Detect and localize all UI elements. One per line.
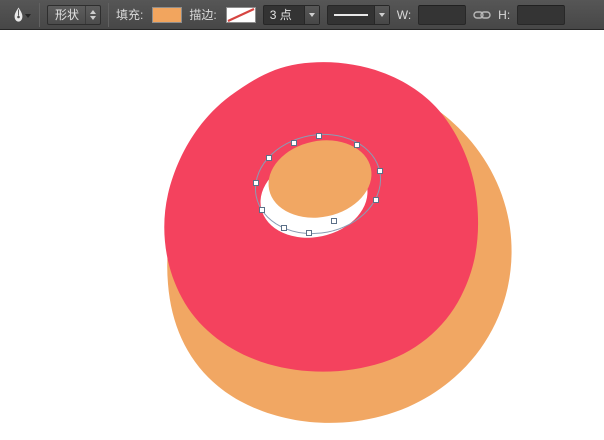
anchor-point[interactable] xyxy=(374,198,379,203)
anchor-point[interactable] xyxy=(317,134,322,139)
anchor-point[interactable] xyxy=(378,169,383,174)
document-canvas[interactable] xyxy=(0,30,604,440)
height-input[interactable] xyxy=(517,5,565,25)
anchor-point[interactable] xyxy=(355,143,360,148)
stroke-label: 描边: xyxy=(189,6,216,23)
anchor-point[interactable] xyxy=(282,226,287,231)
stroke-style-dropdown[interactable] xyxy=(327,5,390,25)
anchor-point[interactable] xyxy=(254,181,259,186)
pen-icon xyxy=(11,7,26,23)
anchor-point[interactable] xyxy=(332,219,337,224)
tool-options-bar: 形状 填充: 描边: 3 点 W: H: xyxy=(0,0,604,30)
anchor-point[interactable] xyxy=(307,231,312,236)
stroke-swatch[interactable] xyxy=(226,7,256,23)
pen-tool-button[interactable] xyxy=(4,3,32,27)
solid-stroke-preview xyxy=(334,14,368,16)
anchor-point[interactable] xyxy=(292,141,297,146)
divider xyxy=(108,3,109,27)
stroke-width-dropdown[interactable]: 3 点 xyxy=(263,5,320,25)
stroke-width-value: 3 点 xyxy=(264,6,304,24)
tool-mode-label: 形状 xyxy=(55,6,79,23)
anchor-point[interactable] xyxy=(267,156,272,161)
width-input[interactable] xyxy=(418,5,466,25)
tool-preset-arrow-icon[interactable] xyxy=(25,14,31,18)
dropdown-arrows-icon xyxy=(85,6,96,24)
fill-swatch[interactable] xyxy=(152,7,182,23)
tool-mode-dropdown[interactable]: 形状 xyxy=(47,5,101,25)
fill-label: 填充: xyxy=(116,6,143,23)
link-dimensions-icon[interactable] xyxy=(473,9,491,21)
canvas-artboard xyxy=(0,30,604,440)
height-label: H: xyxy=(498,8,510,22)
chevron-down-icon[interactable] xyxy=(374,6,389,24)
divider xyxy=(39,3,40,27)
chevron-down-icon[interactable] xyxy=(304,6,319,24)
anchor-point[interactable] xyxy=(260,208,265,213)
width-label: W: xyxy=(397,8,411,22)
